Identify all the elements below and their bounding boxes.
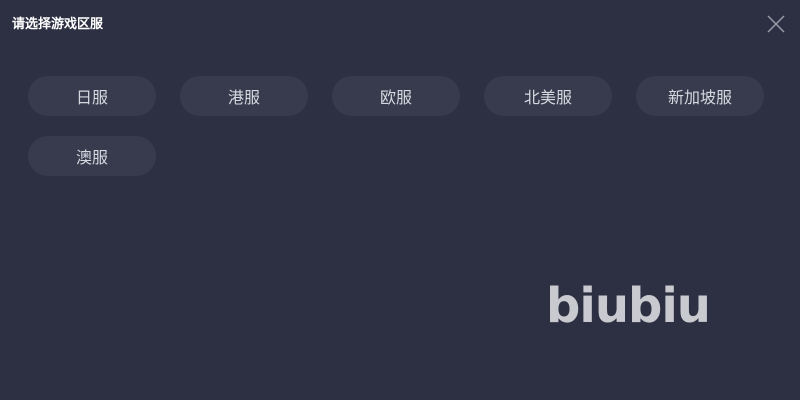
logo-mark: biubiu <box>546 278 711 328</box>
server-list: 日服 港服 欧服 北美服 新加坡服 澳服 <box>28 76 772 176</box>
server-button-hk[interactable]: 港服 <box>180 76 308 116</box>
server-button-eu[interactable]: 欧服 <box>332 76 460 116</box>
close-button[interactable] <box>764 12 788 36</box>
server-button-sg[interactable]: 新加坡服 <box>636 76 764 116</box>
dialog-title: 请选择游戏区服 <box>12 17 104 32</box>
server-button-jp[interactable]: 日服 <box>28 76 156 116</box>
server-select-dialog: 请选择游戏区服 日服 港服 欧服 北美服 新加坡服 澳服 biubiu <box>0 0 800 400</box>
biubiu-logo: biubiu <box>546 278 714 328</box>
server-button-au[interactable]: 澳服 <box>28 136 156 176</box>
close-icon <box>767 15 785 33</box>
server-button-na[interactable]: 北美服 <box>484 76 612 116</box>
logo-text: biubiu <box>546 278 710 328</box>
